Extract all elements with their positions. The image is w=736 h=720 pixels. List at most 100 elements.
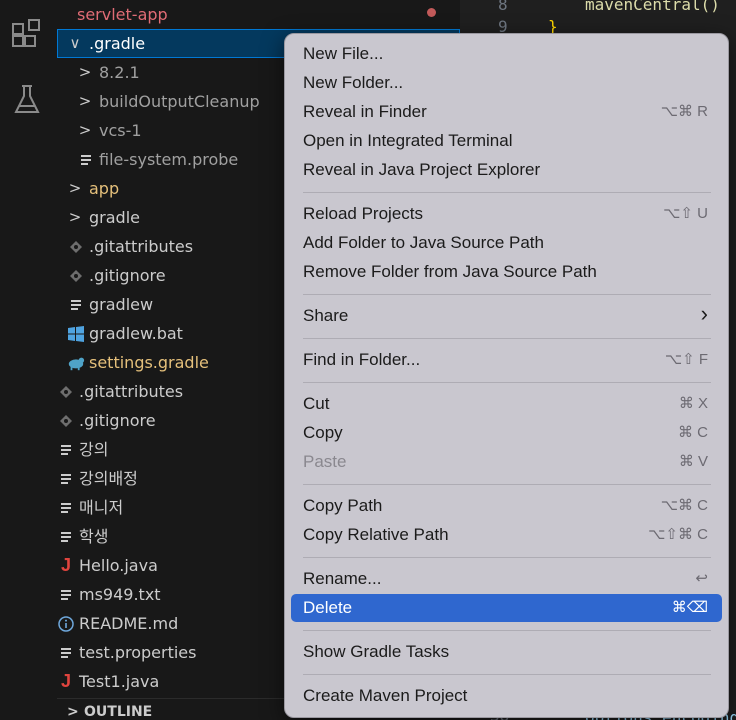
chevron-right-icon[interactable]: > — [76, 58, 94, 87]
menu-item-label: Delete — [303, 598, 353, 617]
line-number: 8 — [498, 0, 508, 14]
shortcut-label: ⌥⇧ F — [664, 351, 708, 368]
menu-item-delete[interactable]: Delete ⌘⌫ — [291, 594, 722, 622]
menu-item-show-gradle-tasks[interactable]: Show Gradle Tasks — [291, 638, 722, 666]
tree-item-label: .gradle — [89, 34, 146, 53]
chevron-right-icon: > — [67, 704, 79, 720]
git-icon — [57, 377, 75, 406]
menu-item-label: New Folder... — [303, 73, 404, 92]
tree-item-label: Hello.java — [79, 556, 158, 575]
testing-flask-icon[interactable] — [9, 82, 45, 118]
windows-icon — [67, 319, 85, 348]
menu-item-label: Copy Path — [303, 496, 383, 515]
menu-item-open-in-integrated-terminal[interactable]: Open in Integrated Terminal — [291, 127, 722, 155]
tree-item-label: Test1.java — [79, 672, 160, 691]
tree-item-label: gradlew.bat — [89, 324, 183, 343]
chevron-right-icon[interactable]: > — [66, 174, 84, 203]
git-icon — [67, 232, 85, 261]
menu-separator — [303, 294, 711, 295]
shortcut-label: ⌘ X — [678, 395, 708, 412]
menu-separator — [303, 192, 711, 193]
lines-icon — [57, 638, 75, 667]
tree-item-label: ms949.txt — [79, 585, 161, 604]
menu-separator — [303, 338, 711, 339]
menu-item-label: Remove Folder from Java Source Path — [303, 262, 597, 281]
menu-item-label: Copy — [303, 423, 343, 442]
code-line: mavenCentral() — [585, 0, 720, 14]
shortcut-label: ⌘⌫ — [671, 599, 708, 616]
tree-item-label: 강의배정 — [79, 469, 138, 488]
menu-item-share[interactable]: Share › — [291, 301, 722, 330]
chevron-down-icon[interactable]: ∨ — [66, 29, 84, 58]
tree-item-label: 학생 — [79, 527, 109, 546]
lines-icon — [77, 145, 95, 174]
menu-item-label: Cut — [303, 394, 330, 413]
tree-item-label: 매니저 — [79, 498, 124, 517]
menu-item-reveal-in-finder[interactable]: Reveal in Finder ⌥⌘ R — [291, 98, 722, 126]
menu-item-new-folder[interactable]: New Folder... — [291, 69, 722, 97]
shortcut-label: ⌘ V — [678, 453, 708, 470]
menu-item-label: Share — [303, 306, 349, 325]
java-icon: J — [60, 555, 71, 575]
menu-item-label: Open in Integrated Terminal — [303, 131, 513, 150]
java-icon: J — [60, 671, 71, 691]
tree-item-label: .gitattributes — [89, 237, 194, 256]
shortcut-label: ⌥⌘ C — [660, 497, 708, 514]
menu-item-copy[interactable]: Copy ⌘ C — [291, 419, 722, 447]
shortcut-label: ↩ — [695, 570, 708, 587]
menu-item-remove-folder-from-java-source-path[interactable]: Remove Folder from Java Source Path — [291, 258, 722, 286]
info-icon — [57, 609, 75, 638]
menu-item-label: Paste — [303, 452, 347, 471]
menu-item-copy-relative-path[interactable]: Copy Relative Path ⌥⇧⌘ C — [291, 521, 722, 549]
modified-dot — [427, 8, 436, 17]
outline-label: OUTLINE — [84, 704, 153, 720]
menu-item-rename[interactable]: Rename... ↩ — [291, 565, 722, 593]
tree-item-label: 8.2.1 — [99, 63, 140, 82]
menu-item-cut[interactable]: Cut ⌘ X — [291, 390, 722, 418]
tree-item-label: vcs-1 — [99, 121, 142, 140]
git-icon — [57, 406, 75, 435]
chevron-right-icon[interactable]: > — [66, 203, 84, 232]
lines-icon — [57, 493, 75, 522]
tree-item-label: README.md — [79, 614, 179, 633]
chevron-right-icon[interactable]: > — [76, 87, 94, 116]
menu-item-label: New File... — [303, 44, 384, 63]
git-icon — [67, 261, 85, 290]
lines-icon — [57, 580, 75, 609]
shortcut-label: ⌘ C — [678, 424, 708, 441]
lines-icon — [67, 290, 85, 319]
submenu-chevron-icon: › — [700, 301, 708, 326]
extensions-icon[interactable] — [9, 18, 45, 54]
menu-item-create-maven-project[interactable]: Create Maven Project — [291, 682, 722, 710]
tree-item[interactable]: servlet-app — [57, 0, 460, 29]
tree-item-label: gradle — [89, 208, 140, 227]
chevron-right-icon[interactable]: > — [76, 116, 94, 145]
tree-item-label: buildOutputCleanup — [99, 92, 260, 111]
tree-item-label: file-system.probe — [99, 150, 239, 169]
menu-item-add-folder-to-java-source-path[interactable]: Add Folder to Java Source Path — [291, 229, 722, 257]
menu-item-reveal-in-java-project-explorer[interactable]: Reveal in Java Project Explorer — [291, 156, 722, 184]
tree-item-label: test.properties — [79, 643, 197, 662]
menu-item-reload-projects[interactable]: Reload Projects ⌥⇧ U — [291, 200, 722, 228]
menu-item-label: Copy Relative Path — [303, 525, 449, 544]
menu-item-label: Reveal in Java Project Explorer — [303, 160, 541, 179]
tree-item-label: .gitignore — [89, 266, 166, 285]
menu-separator — [303, 674, 711, 675]
menu-item-label: Reload Projects — [303, 204, 424, 223]
menu-item-label: Show Gradle Tasks — [303, 642, 450, 661]
context-menu: New File... New Folder... Reveal in Finder… — [284, 33, 729, 718]
lines-icon — [57, 522, 75, 551]
menu-item-new-file[interactable]: New File... — [291, 40, 722, 68]
lines-icon — [57, 435, 75, 464]
menu-item-find-in-folder[interactable]: Find in Folder... ⌥⇧ F — [291, 346, 722, 374]
tree-item-label: 강의 — [79, 440, 109, 459]
menu-item-label: Add Folder to Java Source Path — [303, 233, 544, 252]
menu-separator — [303, 557, 711, 558]
menu-item-label: Find in Folder... — [303, 350, 421, 369]
menu-item-copy-path[interactable]: Copy Path ⌥⌘ C — [291, 492, 722, 520]
tree-item-label: .gitignore — [79, 411, 156, 430]
activity-bar — [0, 0, 57, 720]
menu-separator — [303, 382, 711, 383]
tree-item-label: app — [89, 179, 120, 198]
menu-item-label: Rename... — [303, 569, 382, 588]
